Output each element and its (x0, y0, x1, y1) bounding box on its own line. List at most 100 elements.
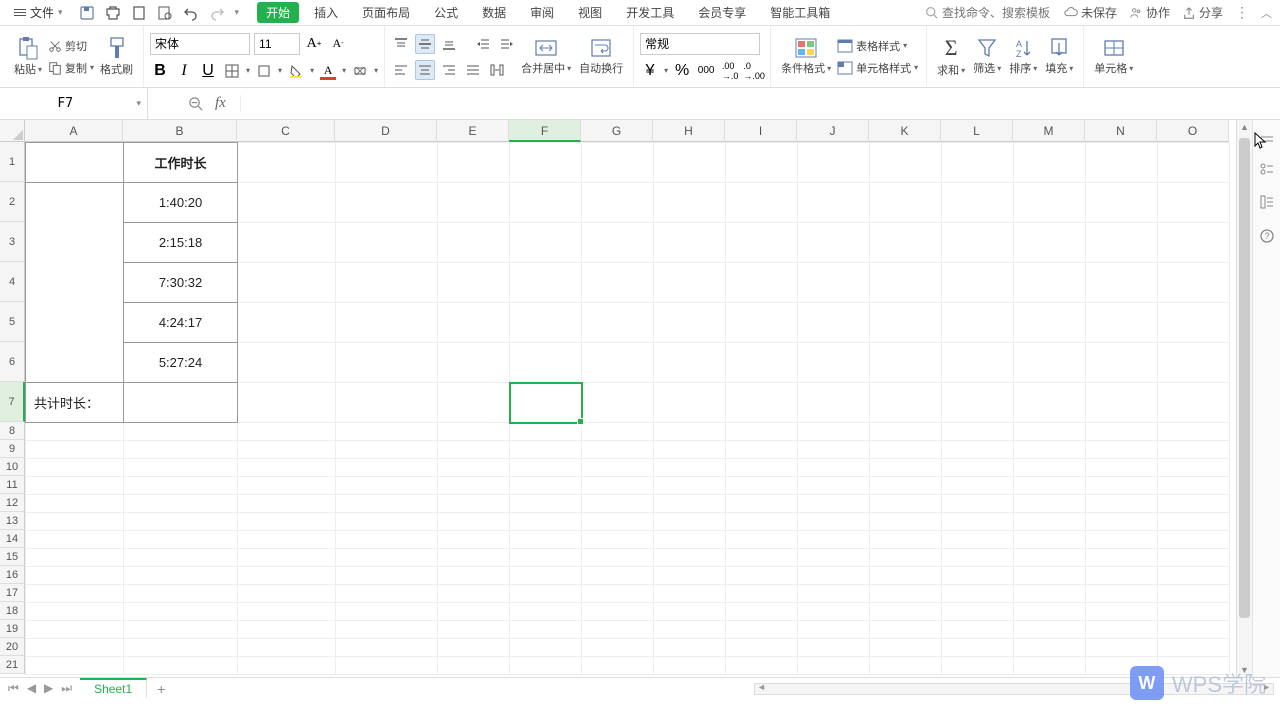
cell-L21[interactable] (942, 657, 1014, 675)
cell-L18[interactable] (942, 603, 1014, 621)
cell-G18[interactable] (582, 603, 654, 621)
cell-B17[interactable] (124, 585, 238, 603)
cell-A21[interactable] (26, 657, 124, 675)
cell-K17[interactable] (870, 585, 942, 603)
percent-icon[interactable]: % (672, 61, 692, 81)
cell-D14[interactable] (336, 531, 438, 549)
cell-E11[interactable] (438, 477, 510, 495)
cell-G6[interactable] (582, 343, 654, 383)
cell-M17[interactable] (1014, 585, 1086, 603)
align-top-icon[interactable] (391, 34, 411, 54)
side-min-icon[interactable] (1259, 134, 1275, 144)
cell-C2[interactable] (238, 183, 336, 223)
row-header-5[interactable]: 5 (0, 302, 25, 342)
cell-K11[interactable] (870, 477, 942, 495)
cell-G14[interactable] (582, 531, 654, 549)
cell-M20[interactable] (1014, 639, 1086, 657)
row-header-11[interactable]: 11 (0, 476, 25, 494)
col-header-J[interactable]: J (797, 120, 869, 142)
cell-G13[interactable] (582, 513, 654, 531)
cell-E7[interactable] (438, 383, 510, 423)
cell-I1[interactable] (726, 143, 798, 183)
cell-D7[interactable] (336, 383, 438, 423)
cell-J16[interactable] (798, 567, 870, 585)
cells-area[interactable]: 工作时长1:40:202:15:187:30:324:24:175:27:24共… (25, 142, 1236, 677)
cell-C7[interactable] (238, 383, 336, 423)
cell-K20[interactable] (870, 639, 942, 657)
cell-N16[interactable] (1086, 567, 1158, 585)
cell-C13[interactable] (238, 513, 336, 531)
cell-L1[interactable] (942, 143, 1014, 183)
currency-icon[interactable]: ¥ (640, 61, 660, 81)
cell-J13[interactable] (798, 513, 870, 531)
row-headers[interactable]: 123456789101112131415161718192021 (0, 142, 25, 677)
paste-button[interactable]: 粘贴▾ (10, 36, 46, 77)
search-input[interactable] (942, 6, 1052, 20)
cell-D13[interactable] (336, 513, 438, 531)
cell-I18[interactable] (726, 603, 798, 621)
side-property-icon[interactable] (1259, 194, 1275, 210)
cell-L15[interactable] (942, 549, 1014, 567)
cell-A10[interactable] (26, 459, 124, 477)
cell-J11[interactable] (798, 477, 870, 495)
cell-G19[interactable] (582, 621, 654, 639)
cell-H13[interactable] (654, 513, 726, 531)
row-header-18[interactable]: 18 (0, 602, 25, 620)
increase-font-icon[interactable]: A+ (304, 34, 324, 54)
cell-L14[interactable] (942, 531, 1014, 549)
cell-C3[interactable] (238, 223, 336, 263)
align-right-icon[interactable] (439, 60, 459, 80)
col-header-O[interactable]: O (1157, 120, 1229, 142)
cell-M10[interactable] (1014, 459, 1086, 477)
cell-D1[interactable] (336, 143, 438, 183)
cell-L20[interactable] (942, 639, 1014, 657)
cell-A2[interactable] (26, 183, 124, 383)
cell-C8[interactable] (238, 423, 336, 441)
cell-C1[interactable] (238, 143, 336, 183)
tab-page-layout[interactable]: 页面布局 (353, 2, 419, 23)
cell-E20[interactable] (438, 639, 510, 657)
cell-E21[interactable] (438, 657, 510, 675)
sum-button[interactable]: Σ求和▾ (933, 35, 969, 78)
cell-J3[interactable] (798, 223, 870, 263)
side-style-icon[interactable] (1259, 162, 1275, 176)
cell-E3[interactable] (438, 223, 510, 263)
row-header-7[interactable]: 7 (0, 382, 25, 422)
cell-O21[interactable] (1158, 657, 1230, 675)
cell-M14[interactable] (1014, 531, 1086, 549)
cell-N20[interactable] (1086, 639, 1158, 657)
cell-C14[interactable] (238, 531, 336, 549)
cell-F1[interactable] (510, 143, 582, 183)
cell-I8[interactable] (726, 423, 798, 441)
cell-F20[interactable] (510, 639, 582, 657)
increase-decimal-icon[interactable]: .00→.0 (720, 61, 740, 81)
cell-B4[interactable]: 7:30:32 (124, 263, 238, 303)
cell-H14[interactable] (654, 531, 726, 549)
cell-M19[interactable] (1014, 621, 1086, 639)
cell-B19[interactable] (124, 621, 238, 639)
cell-O20[interactable] (1158, 639, 1230, 657)
row-header-12[interactable]: 12 (0, 494, 25, 512)
cell-N9[interactable] (1086, 441, 1158, 459)
cell-J8[interactable] (798, 423, 870, 441)
cell-M21[interactable] (1014, 657, 1086, 675)
cell-K7[interactable] (870, 383, 942, 423)
cell-I19[interactable] (726, 621, 798, 639)
distribute-icon[interactable] (487, 60, 507, 80)
cell-M18[interactable] (1014, 603, 1086, 621)
cell-L11[interactable] (942, 477, 1014, 495)
sort-button[interactable]: AZ排序▾ (1005, 37, 1041, 76)
cell-D10[interactable] (336, 459, 438, 477)
col-header-E[interactable]: E (437, 120, 509, 142)
table-style-button[interactable]: 表格样式▾ (835, 37, 920, 55)
column-headers[interactable]: ABCDEFGHIJKLMNO (25, 120, 1229, 142)
cell-B15[interactable] (124, 549, 238, 567)
cell-J9[interactable] (798, 441, 870, 459)
tab-review[interactable]: 审阅 (521, 2, 563, 23)
cell-N11[interactable] (1086, 477, 1158, 495)
cell-M8[interactable] (1014, 423, 1086, 441)
cell-E13[interactable] (438, 513, 510, 531)
cell-E9[interactable] (438, 441, 510, 459)
cell-O4[interactable] (1158, 263, 1230, 303)
clear-format-icon[interactable] (350, 61, 370, 81)
